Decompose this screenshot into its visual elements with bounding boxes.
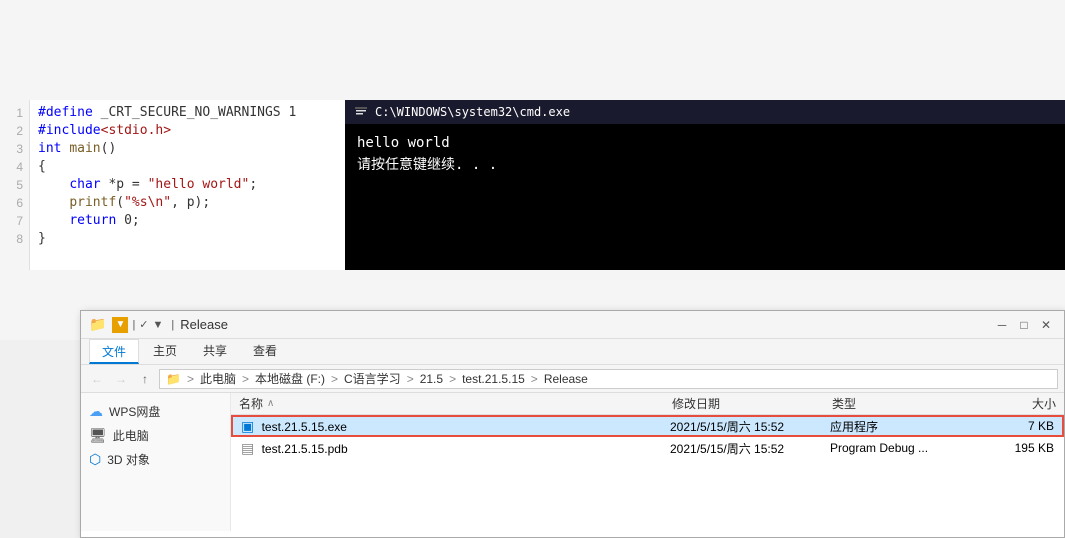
path-sep-4: > xyxy=(407,372,414,386)
file-list-area: 名称 ∧ 修改日期 类型 大小 ▣ test.21.5.15.exe xyxy=(231,393,1064,531)
path-drive: 本地磁盘 (F:) xyxy=(255,370,325,387)
sidebar-thispc-label: 此电脑 xyxy=(113,427,149,444)
cmd-output: hello world 请按任意键继续. . . xyxy=(345,124,1065,270)
line-num-8: 8 xyxy=(0,230,29,248)
line-num-6: 6 xyxy=(0,194,29,212)
file-cell-name-exe: ▣ test.21.5.15.exe xyxy=(233,418,662,435)
minimize-btn[interactable]: ─ xyxy=(992,315,1012,335)
sidebar-wps-label: WPS网盘 xyxy=(109,403,160,420)
col-header-name[interactable]: 名称 ∧ xyxy=(231,395,664,412)
file-cell-date-pdb: 2021/5/15/周六 15:52 xyxy=(662,440,822,457)
explorer-sidebar: ☁ WPS网盘 🖥 此电脑 ⬡ 3D 对象 xyxy=(81,393,231,531)
explorer-main: ☁ WPS网盘 🖥 此电脑 ⬡ 3D 对象 名称 ∧ 修改日期 xyxy=(81,393,1064,531)
path-folder-icon: 📁 xyxy=(166,372,181,386)
line-num-2: 2 xyxy=(0,122,29,140)
explorer-window: 📁 ▼ | ✓ ▼ | Release ─ □ ✕ 文件 主页 共享 查看 ← … xyxy=(80,310,1065,538)
ribbon-tab-share[interactable]: 共享 xyxy=(191,339,239,364)
col-type-label: 类型 xyxy=(832,395,856,412)
explorer-folder-icon: 📁 xyxy=(89,316,106,333)
pc-icon: 🖥 xyxy=(89,427,107,444)
file-cell-name-pdb: ▤ test.21.5.15.pdb xyxy=(233,440,662,457)
line-numbers: 1 2 3 4 5 6 7 8 xyxy=(0,100,30,270)
path-folder4: Release xyxy=(544,372,588,386)
exe-file-icon: ▣ xyxy=(241,418,254,434)
col-name-label: 名称 xyxy=(239,395,263,412)
file-row-exe[interactable]: ▣ test.21.5.15.exe 2021/5/15/周六 15:52 应用… xyxy=(231,415,1064,437)
path-folder3: test.21.5.15 xyxy=(462,372,525,386)
sidebar-3dobjects[interactable]: ⬡ 3D 对象 xyxy=(81,447,230,471)
path-folder1: C语言学习 xyxy=(344,370,401,387)
path-sep-2: > xyxy=(242,372,249,386)
line-num-4: 4 xyxy=(0,158,29,176)
explorer-title-text: Release xyxy=(180,317,228,332)
col-header-date[interactable]: 修改日期 xyxy=(664,395,824,412)
sidebar-thispc[interactable]: 🖥 此电脑 xyxy=(81,423,230,447)
cmd-window: C:\WINDOWS\system32\cmd.exe hello world … xyxy=(345,100,1065,270)
sidebar-wps[interactable]: ☁ WPS网盘 xyxy=(81,399,230,423)
file-cell-type-exe: 应用程序 xyxy=(822,418,982,435)
address-bar: ← → ↑ 📁 > 此电脑 > 本地磁盘 (F:) > C语言学习 > 21.5… xyxy=(81,365,1064,393)
nav-back-btn[interactable]: ← xyxy=(87,369,107,389)
ribbon-tabs: 文件 主页 共享 查看 xyxy=(81,339,1064,365)
code-editor: 1 2 3 4 5 6 7 8 #define _CRT_SECURE_NO_W… xyxy=(0,100,1065,270)
col-header-type[interactable]: 类型 xyxy=(824,395,984,412)
cmd-icon xyxy=(353,104,369,120)
file-row-pdb[interactable]: ▤ test.21.5.15.pdb 2021/5/15/周六 15:52 Pr… xyxy=(231,437,1064,459)
path-pc: 此电脑 xyxy=(200,370,236,387)
3d-icon: ⬡ xyxy=(89,451,101,468)
file-list-header: 名称 ∧ 修改日期 类型 大小 xyxy=(231,393,1064,415)
line-num-5: 5 xyxy=(0,176,29,194)
cmd-output-line2: 请按任意键继续. . . xyxy=(357,154,1053,176)
file-cell-date-exe: 2021/5/15/周六 15:52 xyxy=(662,418,822,435)
file-cell-type-pdb: Program Debug ... xyxy=(822,441,982,455)
line-num-7: 7 xyxy=(0,212,29,230)
col-date-label: 修改日期 xyxy=(672,395,720,412)
path-sep-6: > xyxy=(531,372,538,386)
path-sep-5: > xyxy=(449,372,456,386)
wps-icon: ☁ xyxy=(89,403,103,420)
window-controls: ─ □ ✕ xyxy=(992,315,1056,335)
path-folder2: 21.5 xyxy=(420,372,443,386)
maximize-btn[interactable]: □ xyxy=(1014,315,1034,335)
address-path[interactable]: 📁 > 此电脑 > 本地磁盘 (F:) > C语言学习 > 21.5 > tes… xyxy=(159,369,1058,389)
nav-up-btn[interactable]: ↑ xyxy=(135,369,155,389)
cmd-output-line1: hello world xyxy=(357,132,1053,154)
col-header-size[interactable]: 大小 xyxy=(984,395,1064,412)
line-num-3: 3 xyxy=(0,140,29,158)
path-sep-3: > xyxy=(331,372,338,386)
explorer-title-bar: 📁 ▼ | ✓ ▼ | Release ─ □ ✕ xyxy=(81,311,1064,339)
ribbon-tab-view[interactable]: 查看 xyxy=(241,339,289,364)
nav-forward-btn[interactable]: → xyxy=(111,369,131,389)
file-cell-size-exe: 7 KB xyxy=(982,419,1062,433)
ribbon-tab-home[interactable]: 主页 xyxy=(141,339,189,364)
ribbon-tab-file[interactable]: 文件 xyxy=(89,339,139,364)
file-cell-size-pdb: 195 KB xyxy=(982,441,1062,455)
path-sep-1: > xyxy=(187,372,194,386)
cmd-title-text: C:\WINDOWS\system32\cmd.exe xyxy=(375,105,570,119)
col-size-label: 大小 xyxy=(1032,395,1056,412)
sidebar-3d-label: 3D 对象 xyxy=(107,451,150,468)
file-name-exe: test.21.5.15.exe xyxy=(262,420,347,434)
line-num-1: 1 xyxy=(0,104,29,122)
close-btn[interactable]: ✕ xyxy=(1036,315,1056,335)
cmd-title-bar: C:\WINDOWS\system32\cmd.exe xyxy=(345,100,1065,124)
col-sort-icon: ∧ xyxy=(267,398,274,409)
pdb-file-icon: ▤ xyxy=(241,440,254,456)
file-name-pdb: test.21.5.15.pdb xyxy=(262,442,348,456)
